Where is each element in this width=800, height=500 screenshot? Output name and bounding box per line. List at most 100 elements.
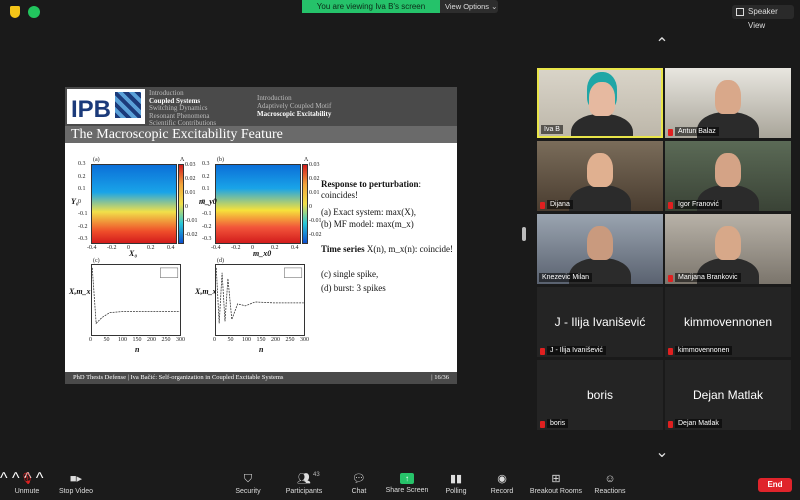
participant-tile[interactable]: boris boris (537, 360, 663, 430)
shared-screen-slide: IPB Introduction Coupled Systems Switching… (65, 87, 457, 384)
bar-chart-icon: ▮▮ (449, 473, 463, 485)
tick-label: -0.02 (185, 232, 198, 238)
split-handle[interactable] (522, 227, 526, 241)
record-icon: ◉ (497, 473, 507, 485)
participant-tile[interactable]: J - Ilija Ivanišević J - Ilija Ivanišević (537, 287, 663, 357)
tick-label: 50 (227, 337, 234, 343)
time-series-panel-c (91, 264, 181, 336)
muted-mic-icon (668, 202, 673, 209)
axis-label-n-c: n (135, 345, 140, 354)
view-options-button[interactable]: View Options ⌄ (440, 0, 498, 13)
tick-label: -0.2 (202, 223, 212, 230)
participant-name: kimmovennonen (675, 346, 733, 355)
tick-label: 100 (118, 337, 127, 343)
tick-label: 0.03 (185, 162, 196, 168)
axis-label-xm-d: X,m_x (195, 287, 217, 296)
stop-video-button[interactable]: ■▸ Stop Video (56, 473, 96, 495)
shield-icon: ⛉ (243, 473, 253, 485)
panel-label-b: (b) (217, 157, 224, 163)
tick-label: 0.1 (202, 186, 210, 192)
breakout-grid-icon: ⊞ (551, 473, 561, 485)
tick-label: -0.02 (309, 232, 322, 238)
tick-label: 0 (127, 245, 130, 251)
tick-label: 0 (202, 198, 205, 205)
legend-box-c (160, 267, 179, 278)
participant-tile[interactable]: Dejan Matlak Dejan Matlak (665, 360, 791, 430)
tick-label: 300 (300, 337, 309, 343)
tick-label: 250 (161, 337, 171, 343)
chat-button[interactable]: 💬︎ Chat (348, 473, 370, 495)
video-camera-icon: ■▸ (69, 473, 83, 485)
participants-label: Participants (285, 488, 323, 495)
response-text: Response to perturbation: coincides! (321, 179, 422, 200)
chevron-up-icon[interactable]: ⌃ (653, 36, 671, 54)
axis-label-n-d: n (259, 345, 264, 354)
chevron-down-icon[interactable]: ⌄ (653, 444, 671, 462)
participant-tile[interactable]: kimmovennonen kimmovennonen (665, 287, 791, 357)
mf-model-text: (b) MF model: max(m_x) (321, 219, 414, 229)
muted-mic-icon (540, 421, 545, 428)
reactions-button[interactable]: ☺ Reactions (592, 473, 628, 495)
share-screen-button[interactable]: ↑ Share Screen (385, 473, 429, 494)
slide-title: The Macroscopic Excitability Feature (65, 126, 457, 143)
tick-label: 0.2 (202, 173, 210, 180)
tick-label: 0.3 (202, 161, 210, 167)
colorbar-a (178, 164, 184, 244)
tick-label: 0.3 (78, 161, 86, 167)
slide-nav-item: Introduction (257, 94, 292, 102)
breakout-rooms-button[interactable]: ⊞ Breakout Rooms (528, 473, 584, 495)
tick-label: 0.01 (185, 190, 196, 196)
slide-text-column: Response to perturbation: coincides! (a)… (321, 179, 455, 300)
speaker-view-label: Speaker View (748, 7, 778, 30)
speaker-view-button[interactable]: Speaker View (732, 5, 794, 30)
tick-label: 0.4 (291, 245, 299, 251)
end-meeting-button[interactable]: End (758, 478, 792, 492)
legend-box-d (284, 267, 303, 278)
single-spike-text: (c) single spike, (321, 269, 379, 279)
participant-tile[interactable]: Knezevic Milan (537, 214, 663, 284)
participant-name: boris (547, 419, 569, 428)
footer-left-text: PhD Thesis Defense | Iva Bačić: Self-org… (73, 374, 284, 381)
tick-label: 0.2 (147, 245, 155, 251)
reactions-label: Reactions (594, 488, 626, 495)
polling-button[interactable]: ▮▮ Polling (442, 473, 470, 495)
participant-name: Iva B (541, 125, 563, 134)
unmute-button[interactable]: 🎙︎ Unmute (10, 473, 44, 495)
participant-tile[interactable]: Antun Balaz (665, 68, 791, 138)
encryption-check-icon[interactable] (28, 6, 40, 18)
participant-tile[interactable]: Marijana Brankovic (665, 214, 791, 284)
muted-mic-icon (668, 275, 673, 282)
tick-label: 0.02 (309, 176, 320, 182)
panel-label-d: (d) (217, 258, 224, 264)
tick-label: -0.3 (202, 236, 212, 242)
lambda-label-a: Λ (180, 157, 185, 163)
tick-label: 0.1 (78, 186, 86, 192)
participant-name: Antun Balaz (675, 127, 719, 136)
tick-label: -0.1 (202, 211, 212, 217)
grid-icon (736, 8, 744, 16)
smiley-icon: ☺ (604, 473, 616, 485)
logo-mosaic-icon (115, 92, 141, 118)
security-button[interactable]: ⛉ Security (232, 473, 264, 495)
participant-name: Dejan Matlak (675, 419, 722, 428)
participant-name: Dijana (547, 200, 573, 209)
audio-options-caret[interactable]: ^ (0, 470, 8, 487)
tick-label: 200 (271, 337, 280, 343)
time-series-text: Time series X(n), m_x(n): coincide! (321, 244, 454, 254)
tick-label: 100 (242, 337, 251, 343)
tick-label: -0.2 (107, 245, 117, 251)
slide-nav-sections: Introduction Coupled Systems Switching Dyn… (149, 89, 216, 128)
tick-label: -0.01 (185, 218, 198, 224)
participants-count: 43 (313, 472, 320, 478)
participant-name: J - Ilija Ivanišević (547, 346, 606, 355)
participant-tile[interactable]: Iva B (537, 68, 663, 138)
participant-tile[interactable]: Dijana (537, 141, 663, 211)
participant-tile[interactable]: Igor Franović (665, 141, 791, 211)
shield-icon[interactable] (10, 6, 20, 18)
axis-label-mx0: m_x0 (253, 249, 272, 258)
tick-label: 0.01 (309, 190, 320, 196)
tick-label: 150 (132, 337, 142, 343)
participant-name: Knezevic Milan (539, 273, 593, 282)
record-button[interactable]: ◉ Record (488, 473, 516, 495)
slide-nav-subsections: Introduction Adaptively Coupled Motif Macr… (257, 94, 331, 118)
